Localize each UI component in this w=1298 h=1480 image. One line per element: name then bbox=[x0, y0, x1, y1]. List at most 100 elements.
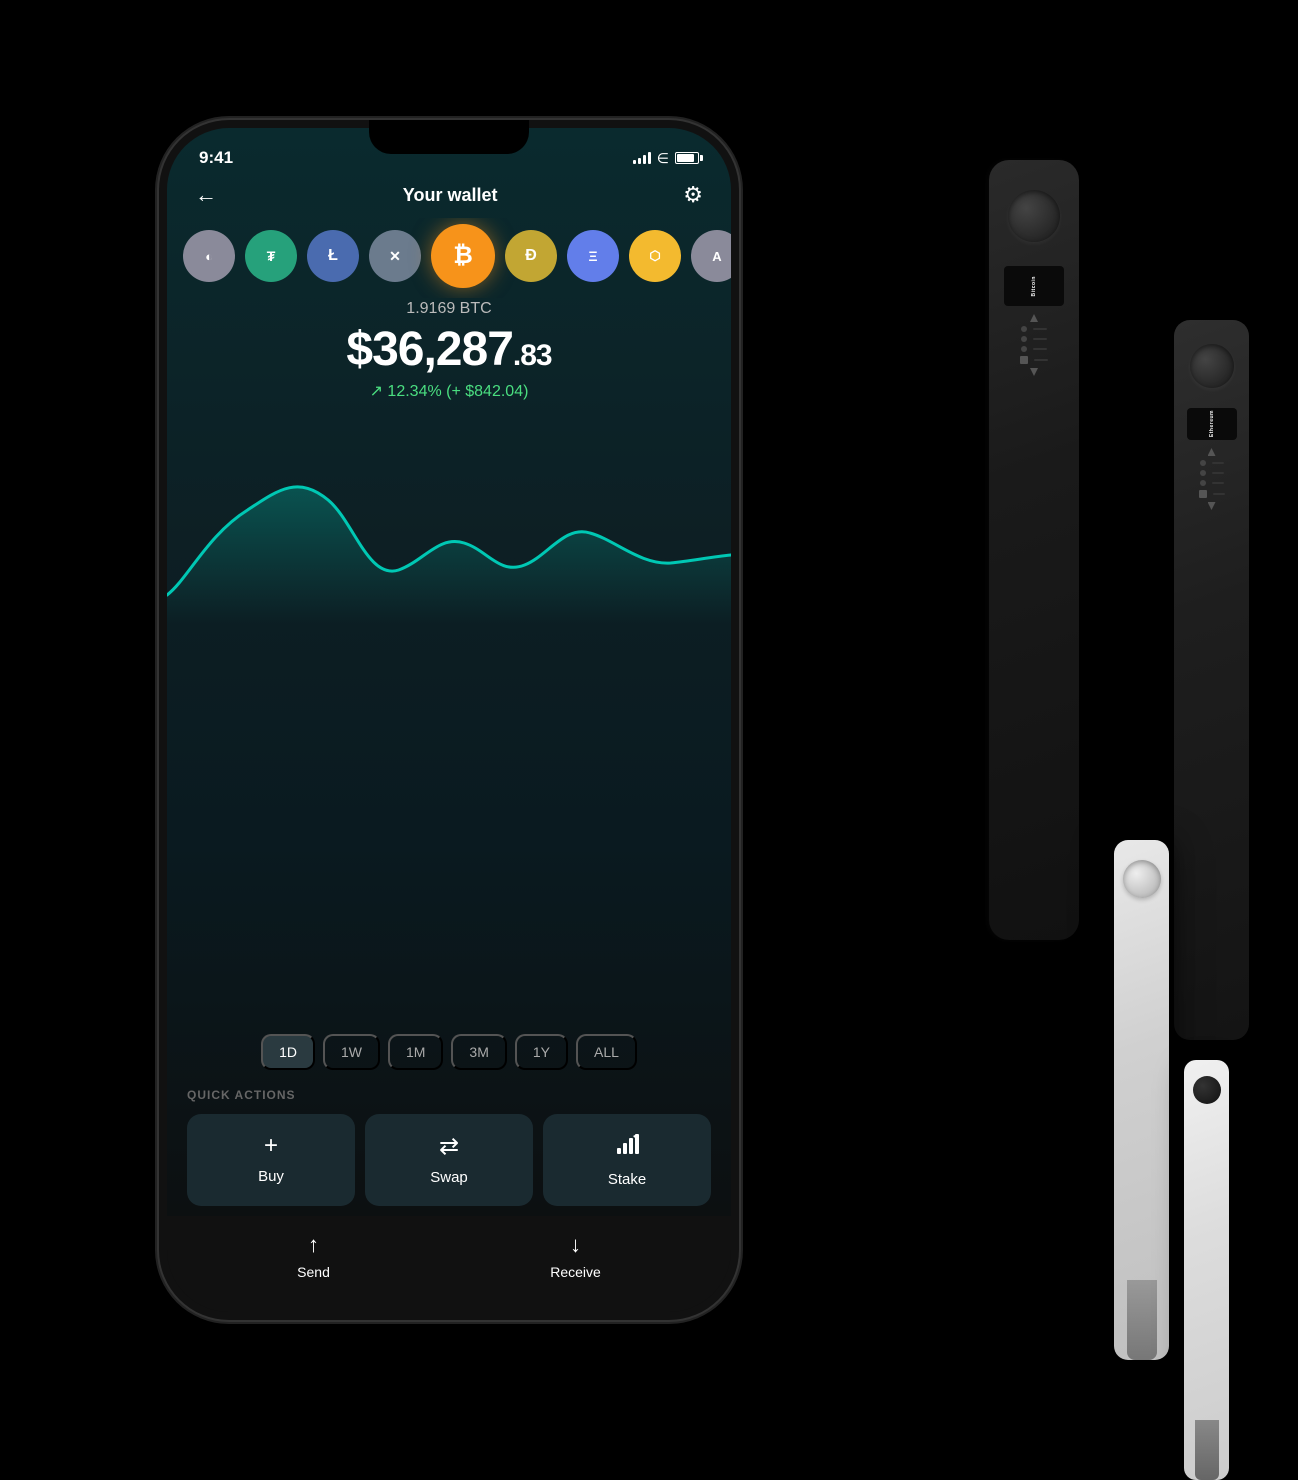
coin-item-litecoin[interactable]: Ł bbox=[307, 230, 359, 282]
hw-sec-row-4 bbox=[1200, 480, 1224, 486]
buy-icon: + bbox=[264, 1132, 278, 1160]
usd-main: $36,287 bbox=[346, 323, 513, 376]
time-filter-all[interactable]: ALL bbox=[576, 1034, 637, 1070]
hw-sec-line-3 bbox=[1212, 482, 1224, 484]
swap-button[interactable]: ⇄ Swap bbox=[365, 1114, 533, 1206]
coin-item-doge[interactable]: Ð bbox=[505, 230, 557, 282]
hw-line-1 bbox=[1033, 328, 1047, 330]
battery-icon bbox=[675, 152, 699, 164]
buy-button[interactable]: + Buy bbox=[187, 1114, 355, 1206]
hw-nano-connector bbox=[1127, 1280, 1157, 1360]
coin-item-algo[interactable]: A bbox=[691, 230, 731, 282]
hw-secondary-button[interactable] bbox=[1190, 344, 1234, 388]
hw-icon-row-5 bbox=[1020, 356, 1048, 364]
time-filter-1w[interactable]: 1W bbox=[323, 1034, 380, 1070]
phone-screen: 9:41 ∈ ← Your wallet bbox=[167, 128, 731, 1312]
stake-button[interactable]: Stake bbox=[543, 1114, 711, 1206]
send-label: Send bbox=[297, 1264, 330, 1280]
coin-item-xrp[interactable]: ✕ bbox=[369, 230, 421, 282]
hw-dot-2 bbox=[1021, 336, 1027, 342]
hw-icon-row-2 bbox=[1021, 326, 1047, 332]
stake-icon bbox=[615, 1132, 639, 1163]
usd-cents: .83 bbox=[513, 339, 552, 372]
wifi-icon: ∈ bbox=[657, 150, 669, 167]
hw-sec-dot-2 bbox=[1200, 470, 1206, 476]
coin-item-bitcoin[interactable]: ₿ bbox=[431, 224, 495, 288]
quick-actions-section: QUICK ACTIONS + Buy ⇄ Swap bbox=[167, 1084, 731, 1216]
hw-line-3 bbox=[1033, 348, 1047, 350]
coin-item-ethereum[interactable]: Ξ bbox=[567, 230, 619, 282]
hw-sec-up-icon bbox=[1208, 448, 1216, 456]
btc-balance: 1.9169 BTC bbox=[187, 300, 711, 318]
send-icon: ↑ bbox=[308, 1232, 319, 1258]
hw-sec-row-1 bbox=[1208, 448, 1216, 456]
buy-label: Buy bbox=[258, 1168, 284, 1185]
hw-plus-icon bbox=[1020, 356, 1028, 364]
hw-sec-line-1 bbox=[1212, 462, 1224, 464]
settings-button[interactable]: ⚙ bbox=[683, 182, 703, 208]
status-time: 9:41 bbox=[199, 148, 233, 168]
phone: 9:41 ∈ ← Your wallet bbox=[159, 120, 739, 1320]
hw-icon-row-6 bbox=[1030, 368, 1038, 376]
hw-sec-line-2 bbox=[1212, 472, 1224, 474]
stake-label: Stake bbox=[608, 1171, 646, 1188]
hw-icon-row-3 bbox=[1021, 336, 1047, 342]
hw-dot-3 bbox=[1021, 346, 1027, 352]
hw-main-button[interactable] bbox=[1008, 190, 1060, 242]
send-button[interactable]: ↑ Send bbox=[297, 1232, 330, 1280]
phone-notch bbox=[369, 120, 529, 154]
signal-icon bbox=[633, 152, 651, 164]
ledger-nano-x-main: Bitcoin bbox=[989, 160, 1079, 940]
price-chart bbox=[167, 425, 731, 625]
balance-change: ↗ 12.34% (+ $842.04) bbox=[187, 381, 711, 401]
hw-sec-row-6 bbox=[1208, 502, 1216, 510]
chart-area bbox=[167, 415, 731, 1024]
hw-line-2 bbox=[1033, 338, 1047, 340]
time-filter-1y[interactable]: 1Y bbox=[515, 1034, 568, 1070]
time-filter-1m[interactable]: 1M bbox=[388, 1034, 443, 1070]
hw-secondary-screen-text: Ethereum bbox=[1209, 410, 1215, 437]
hw-icons-grid bbox=[1020, 314, 1048, 376]
receive-button[interactable]: ↓ Receive bbox=[550, 1232, 601, 1280]
page-title: Your wallet bbox=[403, 185, 498, 206]
hw-sec-row-5 bbox=[1199, 490, 1225, 498]
swap-label: Swap bbox=[430, 1169, 468, 1186]
time-filters: 1D 1W 1M 3M 1Y ALL bbox=[167, 1024, 731, 1084]
hw-nano2-button[interactable] bbox=[1193, 1076, 1221, 1104]
quick-actions-row: + Buy ⇄ Swap bbox=[187, 1114, 711, 1206]
bottom-bar: ↑ Send ↓ Receive bbox=[167, 1216, 731, 1312]
hw-screen-text: Bitcoin bbox=[1031, 276, 1037, 296]
nav-bar: ← Your wallet ⚙ bbox=[167, 176, 731, 218]
coin-row: ◐ ₮ Ł ✕ ₿ Ð Ξ ⬡ A bbox=[167, 218, 731, 298]
receive-icon: ↓ bbox=[570, 1232, 581, 1258]
balance-area: 1.9169 BTC $36,287.83 ↗ 12.34% (+ $842.0… bbox=[167, 298, 731, 415]
back-button[interactable]: ← bbox=[195, 182, 217, 208]
hw-secondary-screen: Ethereum bbox=[1187, 408, 1237, 440]
hw-nano2-connector bbox=[1195, 1420, 1219, 1480]
hw-down-icon bbox=[1030, 368, 1038, 376]
time-filter-3m[interactable]: 3M bbox=[451, 1034, 506, 1070]
hw-icon-row-4 bbox=[1021, 346, 1047, 352]
coin-item-bnb[interactable]: ⬡ bbox=[629, 230, 681, 282]
hw-sec-row-2 bbox=[1200, 460, 1224, 466]
scene: 9:41 ∈ ← Your wallet bbox=[99, 80, 1199, 1380]
hw-sec-dot-1 bbox=[1200, 460, 1206, 466]
hw-nano-button[interactable] bbox=[1123, 860, 1161, 898]
coin-item-partial[interactable]: ◐ bbox=[183, 230, 235, 282]
hw-sec-plus-icon bbox=[1199, 490, 1207, 498]
hw-sec-line-4 bbox=[1213, 493, 1225, 495]
hw-main-screen: Bitcoin bbox=[1004, 266, 1064, 306]
hw-secondary-icons bbox=[1199, 448, 1225, 510]
usd-balance: $36,287.83 bbox=[187, 322, 711, 377]
receive-label: Receive bbox=[550, 1264, 601, 1280]
time-filter-1d[interactable]: 1D bbox=[261, 1034, 315, 1070]
coin-item-tether[interactable]: ₮ bbox=[245, 230, 297, 282]
ledger-nano-x-secondary: Ethereum bbox=[1174, 320, 1249, 1040]
hw-line-4 bbox=[1034, 359, 1048, 361]
swap-icon: ⇄ bbox=[439, 1132, 459, 1161]
hw-sec-dot-3 bbox=[1200, 480, 1206, 486]
quick-actions-label: QUICK ACTIONS bbox=[187, 1088, 711, 1102]
hw-up-icon bbox=[1030, 314, 1038, 322]
hw-sec-down-icon bbox=[1208, 502, 1216, 510]
status-icons: ∈ bbox=[633, 150, 699, 167]
